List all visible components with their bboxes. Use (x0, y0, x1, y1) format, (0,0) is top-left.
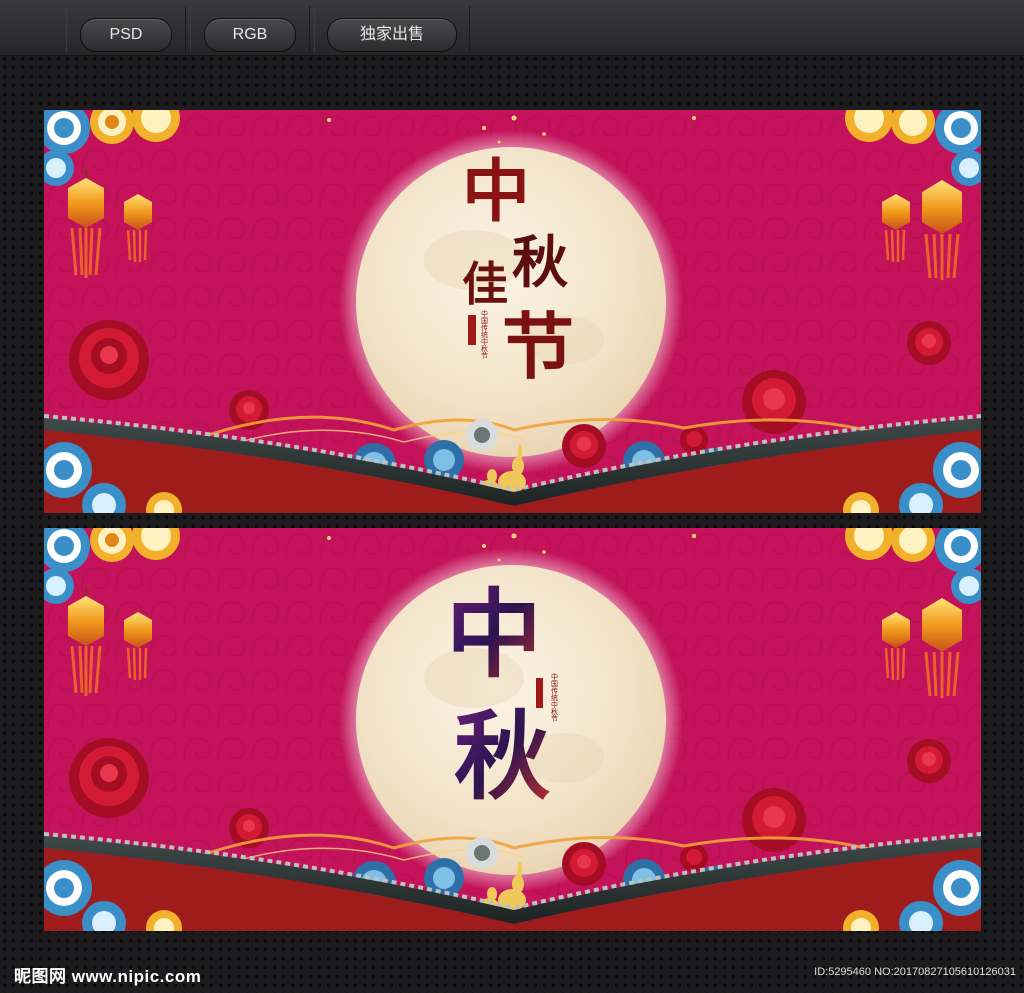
tab-cell-exclusive: 独家出售 (314, 6, 470, 52)
red-seal (468, 315, 476, 345)
peony-left-large (69, 738, 149, 818)
red-seal (536, 678, 543, 708)
peony-right-lower (742, 788, 806, 852)
exclusive-sale-tab-button[interactable]: 独家出售 (327, 18, 457, 52)
nipic-watermark: 昵图网 www.nipic.com (14, 967, 202, 986)
peony-right-lower (742, 370, 806, 434)
title-char-jia: 佳 (462, 257, 508, 311)
title-char-jie: 节 (502, 304, 574, 389)
seal-caption: 中国传统中秋节 (481, 309, 489, 360)
psd-tab-button[interactable]: PSD (80, 18, 172, 52)
mid-autumn-banner-2: 中 秋 中国传统中秋节 (44, 528, 981, 931)
title-char-zhong: 中 (462, 152, 530, 232)
tab-cell-psd: PSD (66, 6, 186, 52)
title-char-zhong: 中 (446, 578, 542, 691)
title-char-qiu: 秋 (512, 230, 568, 296)
rgb-tab-button[interactable]: RGB (204, 18, 296, 52)
top-toolbar: PSD RGB 独家出售 (0, 0, 1024, 56)
mid-autumn-banner-1: 中 秋 佳 节 中国传统中秋节 (44, 110, 981, 513)
title-char-qiu: 秋 (454, 700, 550, 813)
image-id-text: ID:5295460 NO:20170827105610126031 (814, 966, 1016, 978)
seal-caption: 中国传统中秋节 (551, 672, 559, 723)
peony-left-large (69, 320, 149, 400)
peony-right-upper (907, 739, 951, 783)
peony-right-upper (907, 321, 951, 365)
tab-cell-rgb: RGB (190, 6, 310, 52)
